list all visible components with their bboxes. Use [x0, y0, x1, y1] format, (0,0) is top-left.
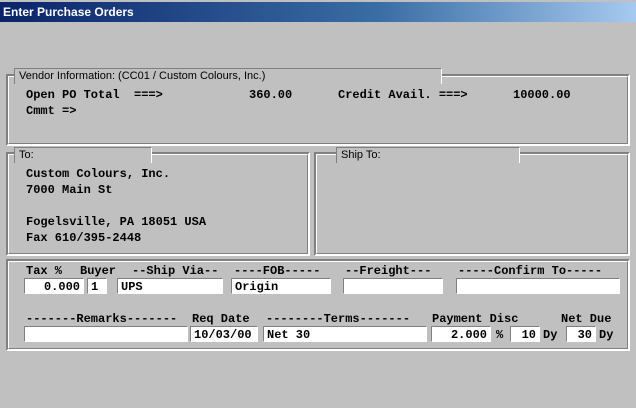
payment-disc-field[interactable]: 2.000: [431, 326, 491, 342]
to-address-line3: Fogelsville, PA 18051 USA: [26, 215, 207, 229]
ship-to-group: [314, 152, 630, 256]
req-date-header: Req Date: [192, 312, 250, 326]
ship-via-field[interactable]: UPS: [117, 278, 223, 294]
disc-days-field[interactable]: 10: [510, 326, 540, 342]
terms-header: --------Terms-------: [266, 312, 411, 326]
freight-header: --Freight---: [345, 264, 432, 278]
to-fax-line: Fax 610/395-2448: [26, 231, 142, 245]
vendor-info-label: Vendor Information: (CC01 / Custom Colou…: [14, 68, 442, 84]
net-due-header: Net Due: [561, 312, 612, 326]
comment-label: Cmmt =>: [26, 104, 77, 118]
ship-to-label: Ship To:: [336, 147, 520, 163]
to-section-label: To:: [14, 147, 152, 163]
percent-suffix: %: [496, 328, 504, 342]
net-days-suffix: Dy: [599, 328, 614, 342]
disc-days-suffix: Dy: [543, 328, 558, 342]
fob-field[interactable]: Origin: [231, 278, 331, 294]
window-title: Enter Purchase Orders: [0, 2, 636, 22]
purchase-order-window: Enter Purchase Orders Vendor Information…: [0, 0, 636, 408]
buyer-header: Buyer: [80, 264, 117, 278]
remarks-header: -------Remarks-------: [26, 312, 178, 326]
vendor-info-group: [6, 74, 630, 146]
to-address-line2: 7000 Main St: [26, 183, 113, 197]
freight-field[interactable]: [343, 278, 443, 294]
confirm-to-field[interactable]: [456, 278, 620, 294]
buyer-field[interactable]: 1: [87, 278, 107, 294]
credit-avail-label: Credit Avail. ===>: [338, 88, 468, 102]
terms-field[interactable]: Net 30: [263, 326, 427, 342]
remarks-field[interactable]: [24, 326, 188, 342]
credit-avail-value: 10000.00: [513, 88, 571, 102]
tax-percent-field[interactable]: 0.000: [24, 278, 84, 294]
open-po-label: Open PO Total ===>: [26, 88, 163, 102]
open-po-value: 360.00: [249, 88, 293, 102]
tax-header: Tax %: [26, 264, 63, 278]
req-date-field[interactable]: 10/03/00: [190, 326, 258, 342]
confirm-to-header: -----Confirm To-----: [458, 264, 603, 278]
ship-via-header: --Ship Via--: [132, 264, 219, 278]
net-days-field[interactable]: 30: [566, 326, 596, 342]
fob-header: ----FOB-----: [234, 264, 321, 278]
to-address-line1: Custom Colours, Inc.: [26, 167, 171, 181]
payment-disc-header: Payment Disc: [432, 312, 519, 326]
